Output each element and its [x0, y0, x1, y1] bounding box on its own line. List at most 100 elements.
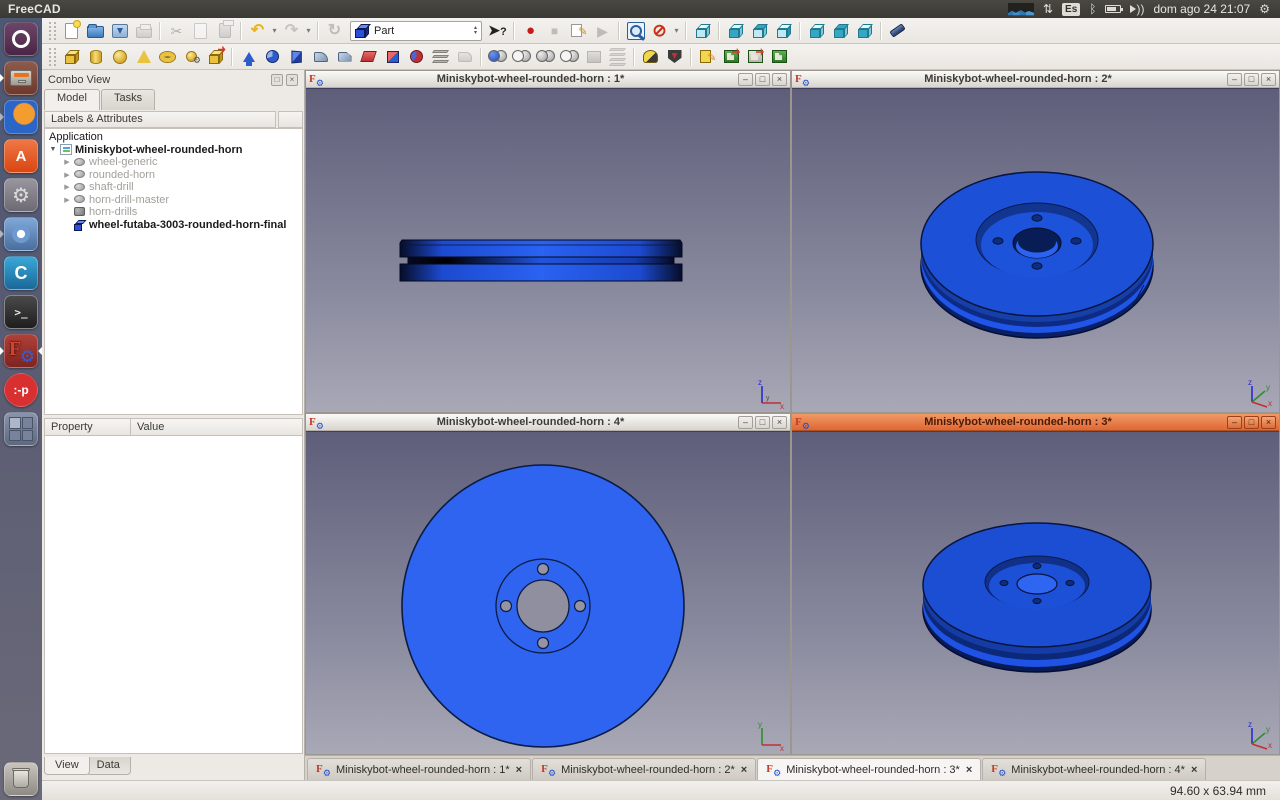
extrude-button[interactable] [237, 45, 260, 68]
tree-item[interactable]: ▶ shaft-drill [49, 181, 302, 194]
check-geometry-button[interactable] [639, 45, 662, 68]
part-cone-button[interactable] [132, 45, 155, 68]
viewport-front-view[interactable]: y x [306, 431, 790, 754]
sweep-button[interactable] [405, 45, 428, 68]
dash-icon[interactable] [4, 22, 38, 56]
undo-button[interactable]: ↶ [246, 19, 269, 42]
tab-close-icon[interactable]: × [1191, 764, 1197, 776]
compound-button[interactable] [606, 45, 629, 68]
print-button[interactable] [132, 19, 155, 42]
whats-this-button[interactable]: ➤? [486, 19, 509, 42]
sketch-on-shape-button[interactable]: ✎ [696, 45, 719, 68]
bluetooth-icon[interactable]: ᛒ [1089, 0, 1096, 18]
tab-tasks[interactable]: Tasks [101, 89, 155, 110]
cut-boolean-button[interactable] [510, 45, 533, 68]
ruled-surface-button[interactable] [357, 45, 380, 68]
network-icon[interactable]: ⇅ [1043, 0, 1053, 18]
save-button[interactable] [108, 19, 131, 42]
mdi-tab-4[interactable]: F⚙ Miniskybot-wheel-rounded-horn : 4* × [982, 758, 1206, 780]
tab-close-icon[interactable]: × [966, 764, 972, 776]
value-column-header[interactable]: Value [131, 419, 302, 435]
tab-view[interactable]: View [44, 757, 90, 775]
files-icon[interactable] [4, 61, 38, 95]
chat-app-icon[interactable]: :-p [4, 373, 38, 407]
measure-button[interactable] [886, 19, 909, 42]
macro-stop-button[interactable]: ■ [543, 19, 566, 42]
subwindow-1-titlebar[interactable]: F⚙ Miniskybot-wheel-rounded-horn : 1* – … [306, 71, 790, 88]
system-monitor-icon[interactable] [1008, 3, 1034, 16]
software-center-icon[interactable]: A [4, 139, 38, 173]
new-document-button[interactable] [60, 19, 83, 42]
expander-closed-icon[interactable]: ▶ [63, 183, 71, 191]
volume-icon[interactable]: )) [1130, 0, 1144, 18]
redo-button[interactable]: ↷ [280, 19, 303, 42]
maximize-button[interactable]: □ [1244, 73, 1259, 86]
maximize-button[interactable]: □ [755, 416, 770, 429]
tab-close-icon[interactable]: × [516, 764, 522, 776]
mdi-tab-2[interactable]: F⚙ Miniskybot-wheel-rounded-horn : 2* × [532, 758, 756, 780]
workbench-selector[interactable]: Part ▴▾ [350, 21, 482, 41]
view-axonometric-button[interactable] [691, 19, 714, 42]
boolean-button[interactable] [486, 45, 509, 68]
panel-float-button[interactable]: □ [271, 74, 283, 86]
property-table-body[interactable] [44, 436, 303, 754]
model-tree[interactable]: Application ▼ Miniskybot-wheel-rounded-h… [44, 128, 303, 415]
workspace-switcher-icon[interactable] [4, 412, 38, 446]
part-torus-button[interactable] [156, 45, 179, 68]
tab-close-icon[interactable]: × [741, 764, 747, 776]
macro-play-button[interactable]: ▶ [591, 19, 614, 42]
offset-button[interactable] [453, 45, 476, 68]
view-top-button[interactable] [748, 19, 771, 42]
import-mesh-button[interactable] [720, 45, 743, 68]
c-app-icon[interactable]: C [4, 256, 38, 290]
system-settings-icon[interactable]: ⚙ [4, 178, 38, 212]
convert-solid-button[interactable] [768, 45, 791, 68]
close-button[interactable]: × [1261, 416, 1276, 429]
maximize-button[interactable]: □ [755, 73, 770, 86]
wheel-3d-model-isometric[interactable] [792, 89, 1279, 412]
tree-item[interactable]: horn-drills [49, 206, 302, 219]
battery-icon[interactable] [1105, 5, 1121, 13]
macro-record-button[interactable]: ● [519, 19, 542, 42]
expander-closed-icon[interactable]: ▶ [63, 171, 71, 179]
minimize-button[interactable]: – [1227, 73, 1242, 86]
part-box-button[interactable] [60, 45, 83, 68]
session-menu-icon[interactable]: ⚙ [1259, 0, 1270, 18]
paste-button[interactable] [213, 19, 236, 42]
viewport-isometric-top[interactable]: z y x [792, 88, 1279, 412]
maximize-button[interactable]: □ [1244, 416, 1259, 429]
subwindow-2-titlebar[interactable]: F⚙ Miniskybot-wheel-rounded-horn : 2* – … [792, 71, 1279, 88]
view-right-button[interactable] [772, 19, 795, 42]
fillet-button[interactable] [309, 45, 332, 68]
workbench-spinner[interactable]: ▴▾ [474, 26, 478, 36]
tab-model[interactable]: Model [44, 89, 100, 110]
minimize-button[interactable]: – [738, 73, 753, 86]
expander-closed-icon[interactable]: ▶ [63, 196, 71, 204]
tree-item[interactable]: ▶ rounded-horn [49, 169, 302, 182]
mdi-tab-1[interactable]: F⚙ Miniskybot-wheel-rounded-horn : 1* × [307, 758, 531, 780]
mdi-tab-3[interactable]: F⚙ Miniskybot-wheel-rounded-horn : 3* × [757, 758, 981, 780]
revolve-button[interactable] [261, 45, 284, 68]
open-button[interactable] [84, 19, 107, 42]
clock[interactable]: dom ago 24 21:07 [1153, 2, 1250, 16]
redo-dropdown[interactable]: ▾ [304, 19, 313, 42]
mirror-button[interactable] [285, 45, 308, 68]
close-button[interactable]: × [1261, 73, 1276, 86]
view-left-button[interactable] [853, 19, 876, 42]
wheel-3d-model-side[interactable] [396, 237, 686, 285]
wheel-3d-model-front[interactable] [306, 432, 790, 754]
subwindow-4-titlebar[interactable]: F⚙ Miniskybot-wheel-rounded-horn : 4* – … [306, 414, 790, 431]
union-button[interactable] [534, 45, 557, 68]
minimize-button[interactable]: – [1227, 416, 1242, 429]
undo-dropdown[interactable]: ▾ [270, 19, 279, 42]
view-bottom-button[interactable] [829, 19, 852, 42]
panel-close-button[interactable]: × [286, 74, 298, 86]
toolbar-grip[interactable] [49, 48, 56, 66]
shape-builder-button[interactable] [204, 45, 227, 68]
trash-icon[interactable] [4, 762, 38, 796]
close-button[interactable]: × [772, 416, 787, 429]
loft-button[interactable] [381, 45, 404, 68]
refresh-button[interactable]: ↻ [323, 19, 346, 42]
chamfer-button[interactable] [333, 45, 356, 68]
property-column-header[interactable]: Property [45, 419, 131, 435]
